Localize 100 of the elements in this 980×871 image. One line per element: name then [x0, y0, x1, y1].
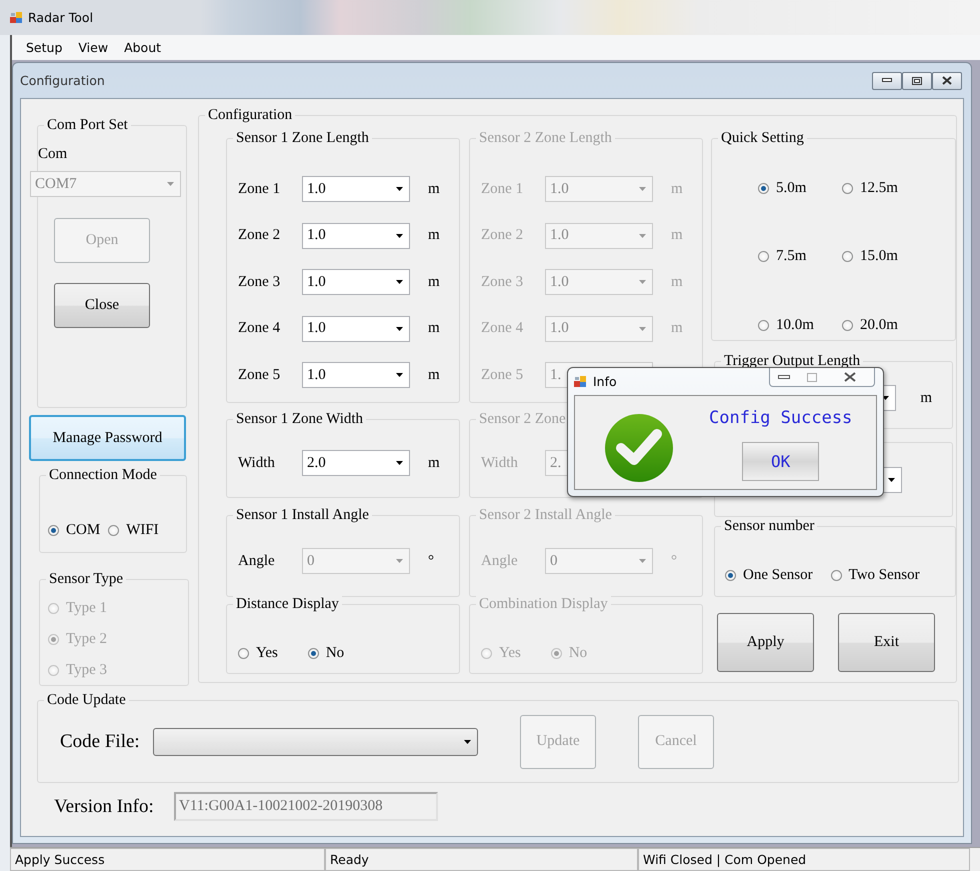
field-label: Zone 1	[481, 180, 524, 198]
field-label: Zone 1	[238, 180, 282, 198]
radio-button[interactable]	[108, 524, 120, 536]
field-label: Zone 2	[238, 227, 282, 244]
close-icon	[844, 372, 856, 382]
window-title: Configuration	[20, 73, 105, 88]
caret-icon	[396, 234, 403, 238]
push-button[interactable]: Exit	[838, 613, 935, 672]
radio-label: 5.0m	[776, 180, 806, 198]
restore-button[interactable]	[902, 72, 932, 90]
caret-icon	[464, 740, 471, 744]
radio-button[interactable]	[308, 648, 319, 658]
status-text: Wifi Closed | Com Opened	[638, 848, 970, 871]
message-text: Config Success	[709, 408, 852, 428]
unit-label: °	[428, 552, 434, 570]
close-button[interactable]	[932, 72, 962, 90]
radio-button[interactable]	[842, 251, 853, 262]
push-button[interactable]: Apply	[717, 613, 814, 672]
field-label: Com	[38, 146, 68, 163]
unit-label: m	[428, 366, 440, 384]
radio-label: Type 3	[66, 662, 108, 679]
menu-item[interactable]: Setup	[18, 40, 70, 55]
caret-icon	[396, 326, 403, 330]
unit-label: m	[920, 390, 932, 406]
dropdown[interactable]: 1.0	[302, 316, 410, 342]
radio-button[interactable]	[830, 570, 842, 581]
group-title: Code Update	[44, 691, 129, 709]
unit-label: m	[428, 227, 440, 244]
dialog-title: Info	[593, 374, 617, 389]
minimize-button[interactable]	[872, 72, 902, 90]
caret-icon	[639, 280, 646, 284]
unit-label: m	[671, 274, 683, 290]
ok-button[interactable]: OK	[742, 442, 820, 481]
menu-item[interactable]: View	[70, 40, 116, 55]
radio-button[interactable]	[842, 320, 853, 331]
radio-label: One Sensor	[743, 567, 813, 584]
manage-password-button[interactable]: Manage Password	[29, 415, 186, 461]
group-title: Configuration	[205, 106, 296, 124]
menu-item[interactable]: About	[116, 40, 170, 55]
dropdown[interactable]: 2.0	[302, 450, 410, 476]
radio-label: No	[326, 644, 344, 662]
unit-label: m	[671, 320, 683, 337]
unit-label: m	[428, 274, 440, 290]
unit-label: m	[428, 180, 440, 198]
field-label: Angle	[481, 552, 519, 570]
radio-button[interactable]	[238, 648, 249, 658]
minimize-icon	[778, 374, 790, 380]
field-label: Width	[481, 454, 519, 472]
field-label: Zone 4	[481, 320, 524, 337]
radio-button[interactable]	[758, 251, 769, 262]
caret-icon	[396, 461, 403, 465]
check-icon	[605, 414, 673, 482]
caret-icon	[639, 326, 646, 330]
radio-label: 12.5m	[860, 180, 898, 198]
minimize-icon	[882, 78, 892, 83]
radio-button[interactable]	[758, 320, 769, 331]
status-text: Apply Success	[10, 848, 325, 871]
app-icon	[574, 375, 587, 388]
radio-label: Yes	[499, 644, 521, 662]
unit-label: °	[671, 552, 677, 570]
group-title: Distance Display	[233, 595, 342, 613]
radio-button[interactable]	[48, 524, 59, 536]
radio-button[interactable]	[842, 183, 853, 194]
dropdown[interactable]: 1.0	[302, 176, 410, 202]
group-title: Quick Setting	[718, 129, 807, 147]
caret-icon	[396, 280, 403, 284]
radio-label: 10.0m	[776, 316, 814, 334]
caret-icon	[639, 187, 646, 191]
radio-label: 15.0m	[860, 248, 898, 266]
radio-label: 7.5m	[776, 248, 806, 266]
radio-label: No	[568, 644, 588, 662]
window-title: Radar Tool	[28, 10, 94, 25]
radio-label: 20.0m	[860, 316, 898, 334]
field-label: Code File:	[60, 730, 141, 752]
dropdown[interactable]	[153, 728, 478, 756]
push-button[interactable]: Close	[54, 283, 150, 328]
status-text: Ready	[325, 848, 638, 871]
field-label: Width	[238, 454, 276, 472]
field-label: Angle	[238, 552, 276, 570]
field-label: Version Info:	[54, 796, 155, 818]
field-label: Zone 3	[238, 274, 282, 290]
group-title: Sensor 2 Zone Length	[476, 129, 615, 147]
restore-icon	[912, 76, 922, 84]
caret-icon	[396, 187, 403, 191]
unit-label: m	[671, 227, 683, 244]
radio-label: Type 1	[66, 600, 108, 617]
maximize-icon	[807, 372, 817, 382]
dropdown[interactable]: 1.0	[302, 222, 410, 248]
version-field[interactable]: V11:G00A1-10021002-20190308	[174, 792, 438, 821]
field-label: Zone 4	[238, 320, 282, 337]
radio-button[interactable]	[758, 183, 769, 194]
caret-icon	[888, 478, 895, 482]
field-label: Zone 5	[481, 366, 524, 384]
dropdown[interactable]: 1.0	[302, 362, 410, 388]
radio-button[interactable]	[725, 570, 736, 581]
unit-label: m	[428, 454, 440, 472]
radio-label: COM	[66, 522, 100, 538]
group-title: Sensor 2 Install Angle	[476, 506, 615, 524]
dropdown[interactable]: 1.0	[302, 269, 410, 295]
caret-icon	[639, 234, 646, 238]
